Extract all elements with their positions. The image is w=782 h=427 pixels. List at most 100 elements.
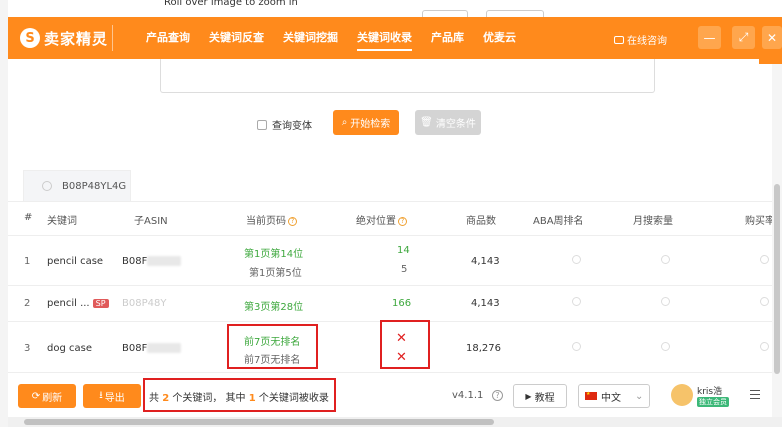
col-monthly-search: 月搜索量 [633, 216, 673, 227]
annotation-highlight-page [227, 324, 318, 369]
nav-product-query[interactable]: 产品查询 [146, 25, 190, 51]
row-asin[interactable]: B08F [122, 256, 182, 267]
purchase-rate-placeholder-icon [760, 297, 769, 306]
col-keyword: 关键词 [47, 216, 77, 227]
start-search-button[interactable]: ⌕ 开始检索 [333, 110, 399, 135]
play-icon: ▶ [525, 391, 532, 401]
row-abs-primary: 166 [392, 298, 412, 309]
refresh-icon: ⟳ [31, 390, 41, 402]
nav-keyword-mining[interactable]: 关键词挖掘 [283, 25, 338, 51]
online-consult-label: 在线咨询 [627, 36, 667, 47]
col-index: # [24, 212, 33, 223]
start-search-label: 开始检索 [350, 119, 391, 130]
row-keyword-text: pencil ... [47, 298, 90, 309]
logo-divider [112, 25, 114, 51]
help-icon[interactable]: ? [398, 216, 407, 226]
member-badge: 独立会员 [697, 397, 729, 407]
asin-input-area[interactable] [160, 59, 655, 93]
col-absolute-position: 绝对位置? [356, 212, 407, 227]
left-edge [0, 0, 8, 427]
maximize-button[interactable]: ⤢ [732, 26, 755, 49]
row-index: 3 [24, 343, 31, 354]
row-abs-primary: 14 [397, 245, 410, 256]
logo-text: 卖家精灵 [44, 29, 109, 48]
col-current-page-label: 当前页码 [246, 216, 286, 227]
tab-asin[interactable]: B08P48YL4G [23, 170, 131, 201]
annotation-highlight-position [380, 320, 430, 369]
clear-conditions-label: 清空条件 [435, 119, 476, 130]
variant-label: 查询变体 [272, 121, 312, 132]
col-aba-rank: ABA周排名 [533, 216, 584, 227]
horizontal-scrollbar[interactable] [8, 417, 782, 427]
vertical-scroll-thumb[interactable] [774, 184, 780, 374]
main-nav: 产品查询 关键词反查 关键词挖掘 关键词收录 产品库 优麦云 [146, 25, 535, 51]
purchase-rate-placeholder-icon [760, 255, 769, 264]
col-purchase-rate: 购买率 [745, 216, 775, 227]
loading-icon [42, 181, 52, 191]
monthly-search-placeholder-icon [661, 297, 670, 306]
tutorial-label: 教程 [534, 392, 555, 404]
avatar[interactable] [671, 384, 693, 406]
language-select[interactable]: 中文 ⌄ [578, 384, 650, 408]
row-page-primary: 第1页第14位 [244, 249, 304, 260]
menu-icon[interactable] [750, 390, 760, 399]
aba-rank-placeholder-icon [572, 342, 581, 351]
row-keyword[interactable]: pencil case [47, 256, 103, 267]
refresh-label: 刷新 [42, 392, 63, 404]
redacted-asin [147, 256, 182, 266]
trash-icon: 🗑 [420, 117, 433, 128]
sp-badge: SP [92, 299, 109, 308]
row-index: 1 [24, 256, 31, 267]
row-page-primary: 第3页第28位 [244, 302, 304, 313]
variant-checkbox[interactable]: 查询变体 [257, 117, 312, 132]
row-asin[interactable]: B08F [122, 343, 182, 354]
nav-keyword-indexing[interactable]: 关键词收录 [357, 25, 412, 51]
row-products: 18,276 [466, 343, 501, 354]
chevron-down-icon: ⌄ [635, 390, 644, 402]
app-header: S 卖家精灵 产品查询 关键词反查 关键词挖掘 关键词收录 产品库 优麦云 在线… [8, 17, 782, 59]
tab-asin-label: B08P48YL4G [62, 180, 127, 192]
row-products: 4,143 [471, 256, 500, 267]
download-icon: ⭳ [99, 389, 103, 401]
help-icon[interactable]: ? [492, 390, 503, 401]
col-product-count: 商品数 [466, 216, 496, 227]
row-products: 4,143 [471, 298, 500, 309]
nav-youmaiyun[interactable]: 优麦云 [483, 25, 516, 51]
clear-conditions-button[interactable]: 🗑 清空条件 [415, 110, 481, 135]
logo: S 卖家精灵 [20, 25, 132, 51]
checkbox-box[interactable] [257, 119, 267, 130]
row-asin-text: B08F [122, 343, 148, 354]
refresh-button[interactable]: ⟳ 刷新 [18, 384, 76, 408]
annotation-highlight-summary [143, 378, 336, 412]
row-asin-text: B08F [122, 256, 148, 267]
row-keyword[interactable]: pencil ... SP [47, 298, 109, 309]
tab-divider [8, 201, 782, 202]
export-label: 导出 [104, 392, 125, 404]
minimize-button[interactable]: — [698, 26, 721, 49]
close-button[interactable]: ✕ [762, 26, 782, 49]
vertical-scrollbar[interactable] [772, 64, 782, 417]
nav-keyword-reverse[interactable]: 关键词反查 [209, 25, 264, 51]
logo-icon: S [20, 28, 40, 48]
zoom-hint: Roll over image to zoom in [164, 0, 298, 8]
help-icon[interactable]: ? [288, 216, 297, 226]
aba-rank-placeholder-icon [572, 297, 581, 306]
horizontal-scroll-thumb[interactable] [24, 419, 494, 425]
monthly-search-placeholder-icon [661, 255, 670, 264]
online-consult-link[interactable]: 在线咨询 [614, 32, 667, 47]
nav-product-library[interactable]: 产品库 [431, 25, 464, 51]
col-current-page: 当前页码? [246, 212, 297, 227]
table-header-divider [8, 235, 782, 236]
bottom-bar: ⟳ 刷新 ⭳ 导出 共 2 个关键词， 其中 1 个关键词被收录 v4.1.1 … [8, 372, 782, 416]
purchase-rate-placeholder-icon [760, 342, 769, 351]
tutorial-button[interactable]: ▶ 教程 [513, 384, 567, 408]
row-abs-secondary: 5 [401, 264, 408, 275]
china-flag-icon [585, 391, 597, 400]
user-name: kris浩 [697, 387, 723, 397]
row-page-secondary: 第1页第5位 [249, 268, 302, 279]
row-asin[interactable]: B08P48Y [122, 298, 166, 309]
row-keyword[interactable]: dog case [47, 343, 92, 354]
export-button[interactable]: ⭳ 导出 [83, 384, 141, 408]
search-icon: ⌕ [341, 117, 348, 128]
row-index: 2 [24, 298, 31, 309]
